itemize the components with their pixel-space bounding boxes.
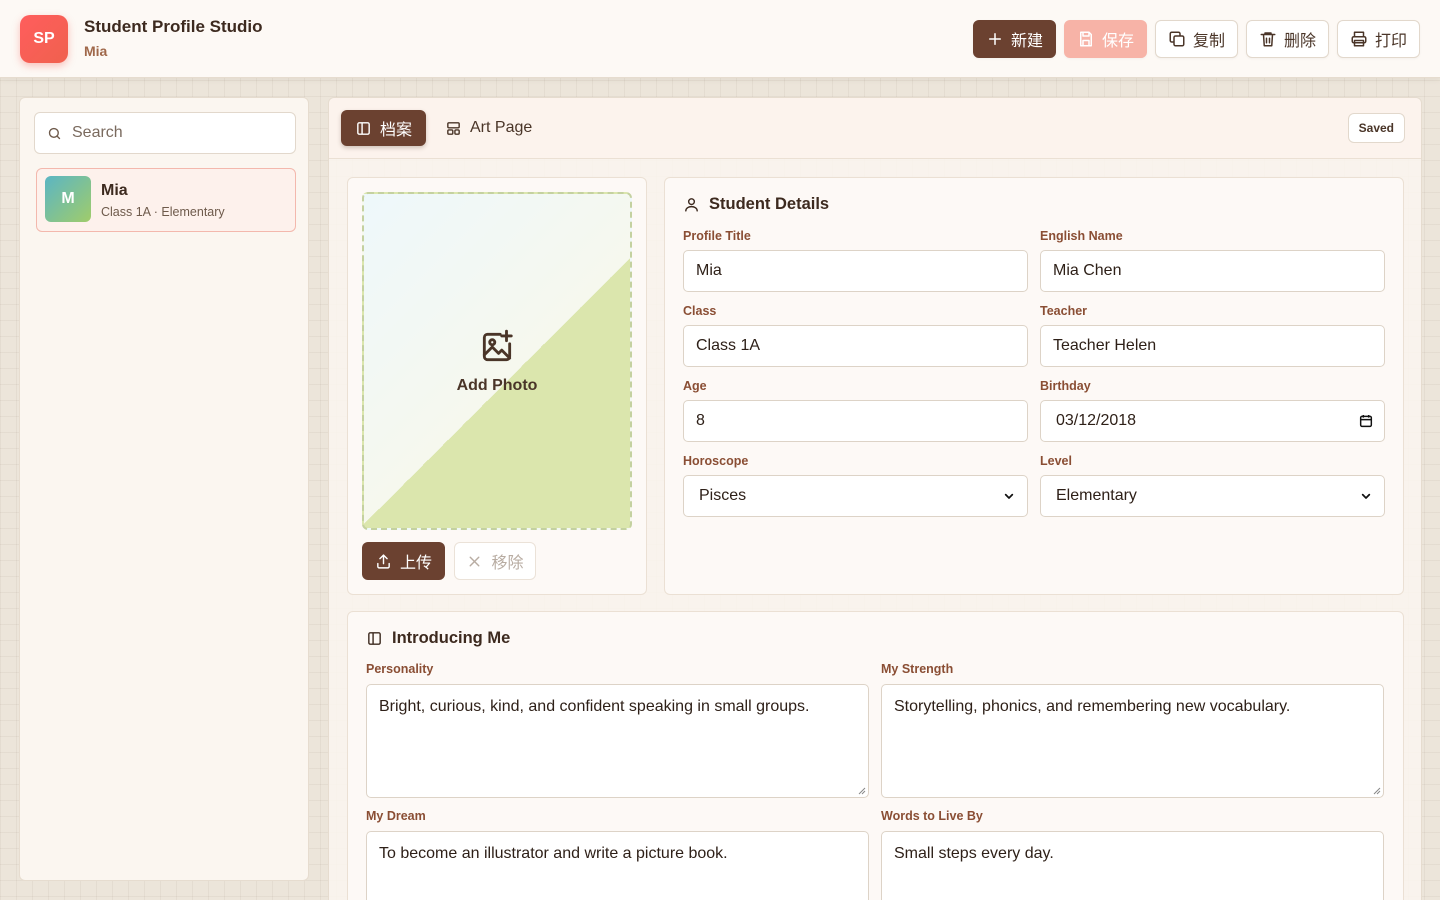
save-icon xyxy=(1079,31,1092,47)
student-details-title: Student Details xyxy=(709,195,830,213)
search-input[interactable] xyxy=(72,124,272,142)
printer-icon xyxy=(1351,31,1367,47)
age-input[interactable]: 8 xyxy=(683,400,1028,442)
upload-button[interactable]: 上传 xyxy=(362,542,445,580)
horoscope-value: Pisces xyxy=(699,487,747,504)
student-details-panel: Student Details Profile Title Mia Englis… xyxy=(664,177,1404,595)
tab-art-page[interactable]: Art Page xyxy=(431,110,546,146)
photo-panel: Add Photo 上传 移除 xyxy=(347,177,647,595)
words-to-live-by-textarea[interactable]: Small steps every day. xyxy=(881,831,1384,900)
level-select[interactable]: Elementary xyxy=(1040,475,1385,517)
avatar: M xyxy=(45,176,91,222)
upload-icon xyxy=(377,553,390,569)
dream-text: To become an illustrator and write a pic… xyxy=(379,845,728,862)
birthday-input[interactable]: 03/12/2018 xyxy=(1040,400,1385,442)
save-button-label: 保存 xyxy=(1101,33,1134,50)
trash-icon xyxy=(1260,32,1276,47)
level-value: Elementary xyxy=(1056,487,1137,504)
delete-button[interactable]: 删除 xyxy=(1246,20,1329,58)
tab-art-page-label: Art Page xyxy=(470,119,533,136)
copy-icon xyxy=(1169,31,1185,47)
calendar-icon[interactable] xyxy=(1358,413,1374,429)
layout-icon xyxy=(447,121,460,135)
personality-text: Bright, curious, kind, and confident spe… xyxy=(379,698,810,715)
new-button-label: 新建 xyxy=(1010,33,1043,50)
search-box[interactable] xyxy=(34,112,296,154)
app-title: Student Profile Studio xyxy=(84,17,263,36)
student-list-item[interactable]: M Mia Class 1A · Elementary xyxy=(36,168,296,232)
teacher-input[interactable]: Teacher Helen xyxy=(1040,325,1385,367)
strength-text: Storytelling, phonics, and remembering n… xyxy=(894,698,1291,715)
introducing-me-panel: Introducing Me Personality Bright, curio… xyxy=(347,611,1404,900)
copy-button[interactable]: 复制 xyxy=(1155,20,1238,58)
tab-bar: 档案 Art Page Saved xyxy=(329,98,1421,159)
level-label: Level xyxy=(1040,454,1072,468)
photo-dropzone[interactable]: Add Photo xyxy=(362,192,632,530)
app-logo: SP xyxy=(20,15,68,63)
status-badge: Saved xyxy=(1347,113,1405,143)
current-student-name: Mia xyxy=(84,43,108,59)
user-icon xyxy=(685,198,698,212)
class-label: Class xyxy=(683,304,717,318)
chevron-down-icon xyxy=(1004,493,1014,499)
save-button[interactable]: 保存 xyxy=(1064,20,1147,58)
introducing-me-title: Introducing Me xyxy=(392,629,511,647)
profile-title-label: Profile Title xyxy=(683,229,751,243)
words-to-live-by-label: Words to Live By xyxy=(881,809,983,823)
resize-handle-icon[interactable] xyxy=(856,785,866,795)
student-meta: Class 1A · Elementary xyxy=(101,205,225,219)
horoscope-select[interactable]: Pisces xyxy=(683,475,1028,517)
top-bar: SP Student Profile Studio Mia 新建 保存 复制 删… xyxy=(0,0,1440,78)
teacher-label: Teacher xyxy=(1040,304,1088,318)
student-details-heading: Student Details xyxy=(683,195,829,214)
remove-photo-button[interactable]: 移除 xyxy=(454,542,536,580)
tab-profile[interactable]: 档案 xyxy=(341,110,427,146)
student-name: Mia xyxy=(101,182,128,199)
add-photo-label: Add Photo xyxy=(456,377,538,394)
english-name-label: English Name xyxy=(1040,229,1123,243)
print-button-label: 打印 xyxy=(1374,33,1407,50)
strength-label: My Strength xyxy=(881,662,954,676)
profile-title-input[interactable]: Mia xyxy=(683,250,1028,292)
strength-textarea[interactable]: Storytelling, phonics, and remembering n… xyxy=(881,684,1384,798)
new-button[interactable]: 新建 xyxy=(973,20,1056,58)
personality-label: Personality xyxy=(366,662,434,676)
chevron-down-icon xyxy=(1361,493,1371,499)
introducing-me-heading: Introducing Me xyxy=(366,629,510,648)
book-icon xyxy=(357,121,370,135)
copy-button-label: 复制 xyxy=(1192,33,1225,50)
class-input[interactable]: Class 1A xyxy=(683,325,1028,367)
add-image-icon xyxy=(482,329,513,362)
main-content: 档案 Art Page Saved Add Photo 上传 移除 Studen… xyxy=(328,97,1422,900)
search-icon xyxy=(48,127,61,139)
age-label: Age xyxy=(683,379,707,393)
birthday-label: Birthday xyxy=(1040,379,1091,393)
book-icon xyxy=(368,632,381,645)
resize-handle-icon[interactable] xyxy=(1371,785,1381,795)
upload-button-label: 上传 xyxy=(399,555,432,572)
dream-label: My Dream xyxy=(366,809,426,823)
words-to-live-by-text: Small steps every day. xyxy=(894,845,1054,862)
remove-button-label: 移除 xyxy=(491,555,524,572)
dream-textarea[interactable]: To become an illustrator and write a pic… xyxy=(366,831,869,900)
print-button[interactable]: 打印 xyxy=(1337,20,1420,58)
plus-icon xyxy=(988,33,1001,45)
photo-placeholder: Add Photo xyxy=(364,328,630,395)
english-name-input[interactable]: Mia Chen xyxy=(1040,250,1385,292)
delete-button-label: 删除 xyxy=(1283,33,1316,50)
tab-profile-label: 档案 xyxy=(380,122,413,139)
horoscope-label: Horoscope xyxy=(683,454,749,468)
birthday-value: 03/12/2018 xyxy=(1056,412,1137,429)
sidebar: M Mia Class 1A · Elementary xyxy=(19,97,309,881)
personality-textarea[interactable]: Bright, curious, kind, and confident spe… xyxy=(366,684,869,798)
close-icon xyxy=(470,556,480,566)
